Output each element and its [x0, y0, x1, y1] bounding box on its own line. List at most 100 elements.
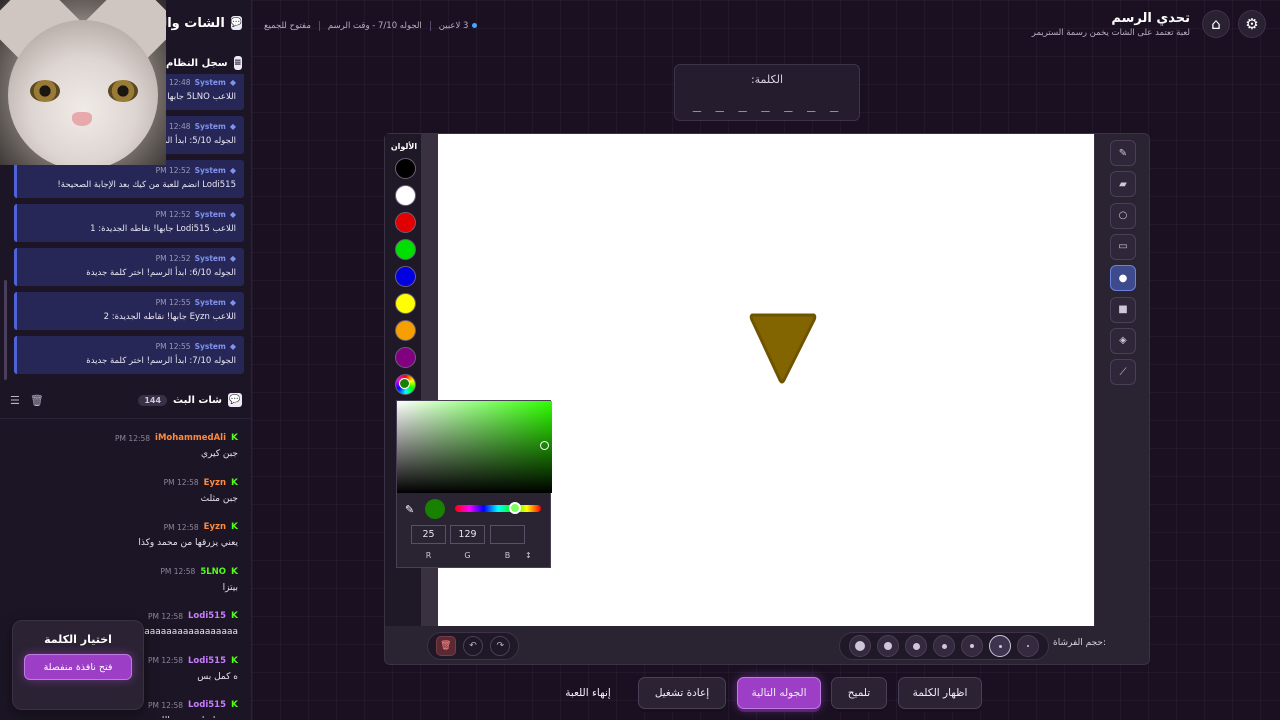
open-status: مفتوح للجميع	[264, 21, 311, 31]
system-sender: System	[194, 77, 226, 87]
hue-slider-handle[interactable]	[509, 502, 521, 514]
system-sender: System	[194, 121, 226, 131]
system-sender: System	[194, 341, 226, 351]
color-picker-popup: ✎ R G B ↕	[396, 400, 552, 568]
green-input[interactable]	[450, 525, 485, 544]
history-controls: 🗑 ↶ ↷	[427, 632, 519, 660]
system-log-header: سجل النظام ≡	[166, 52, 252, 74]
system-sender: System	[194, 297, 226, 307]
red-input[interactable]	[411, 525, 446, 544]
saturation-handle[interactable]	[540, 441, 549, 450]
pencil-icon: ✎	[1118, 147, 1128, 159]
color-swatch[interactable]	[395, 320, 416, 341]
align-icon[interactable]: ☰	[10, 394, 20, 407]
system-log-scrollbar[interactable]	[4, 280, 7, 380]
clear-canvas-button[interactable]: 🗑	[435, 636, 456, 656]
color-swatch[interactable]	[395, 266, 416, 287]
game-status-bar: 3 لاعبين الجوله 7/10 - وقت الرسم مفتوح ل…	[264, 19, 478, 33]
undo-button[interactable]: ↶	[462, 636, 483, 656]
color-swatch[interactable]	[395, 158, 416, 179]
kick-icon: K	[231, 433, 238, 443]
brush-size-option[interactable]	[933, 635, 955, 657]
shield-icon: ◆	[229, 253, 236, 263]
system-message-text: Lodi515 انضم للعبة من كيك بعد الإجابة ال…	[57, 180, 236, 190]
kick-icon: K	[231, 477, 238, 488]
chat-text: يعني يزرقها من محمد وكذا	[138, 538, 238, 548]
trash-icon[interactable]: 🗑	[30, 394, 44, 407]
word-hint: _ _ _ _ _ _ _	[692, 96, 842, 112]
color-swatch[interactable]	[395, 239, 416, 260]
brush-dot-icon	[970, 644, 974, 648]
restart-button[interactable]: إعادة تشغيل	[638, 677, 726, 709]
redo-button[interactable]: ↷	[490, 636, 511, 656]
word-selection-title: اختيار الكلمة	[44, 633, 112, 646]
system-message-text: اللاعب Lodi515 جابها! نقاطه الجديدة: 1	[90, 224, 236, 234]
brush-size-option[interactable]	[849, 635, 871, 657]
sidebar-header: الشات والس 💬	[166, 0, 252, 46]
word-display: الكلمة: _ _ _ _ _ _ _	[674, 64, 860, 121]
system-message-text: اللاعب Eyzn جابها! نقاطه الجديدة: 2	[103, 312, 236, 322]
eraser-icon: ▰	[1119, 178, 1127, 190]
redo-icon: ↷	[496, 641, 505, 651]
filled-circle-tool-button[interactable]: ●	[1110, 265, 1136, 292]
custom-color-swatch[interactable]	[395, 374, 416, 395]
chat-username[interactable]: Lodi515	[188, 700, 226, 710]
hue-slider[interactable]	[455, 505, 541, 512]
chat-username[interactable]: Eyzn	[204, 478, 226, 488]
format-toggle-icon[interactable]: ↕	[525, 551, 532, 560]
eyedropper-icon[interactable]: ✎	[405, 503, 414, 516]
red-label: R	[425, 551, 432, 560]
kick-icon: K	[231, 522, 238, 532]
color-swatch[interactable]	[395, 185, 416, 206]
hint-button[interactable]: تلميح	[831, 677, 887, 709]
saturation-value-area[interactable]	[397, 401, 552, 493]
message-time: 12:58 PM	[148, 656, 184, 665]
next-round-button[interactable]: الجوله التالية	[737, 677, 821, 709]
page-title: تحدي الرسم	[1111, 10, 1190, 26]
chat-username[interactable]: Eyzn	[204, 522, 226, 532]
chat-username[interactable]: 5LNO	[200, 567, 226, 577]
system-message: ◆ System 12:55 PM اللاعب Eyzn جابها! نقاطه …	[14, 292, 244, 330]
brush-size-option[interactable]	[989, 635, 1011, 657]
brush-size-option[interactable]	[961, 635, 983, 657]
system-sender: System	[194, 209, 226, 219]
brush-size-option[interactable]	[905, 635, 927, 657]
chat-message: KiMohammedAli 12:58 PM جبن كيري	[0, 428, 252, 473]
chat-username[interactable]: Lodi515	[188, 611, 226, 621]
home-button[interactable]: ⌂	[1202, 10, 1230, 38]
chat-text: بيتزا	[222, 582, 238, 593]
line-tool-button[interactable]: ⟋	[1110, 359, 1136, 386]
brush-size-option[interactable]	[877, 635, 899, 657]
settings-button[interactable]: ⚙	[1238, 10, 1266, 38]
chat-count-badge: 144	[138, 394, 168, 406]
eraser-tool-button[interactable]: ▰	[1110, 171, 1136, 198]
chat-username[interactable]: iMohammedAli	[155, 433, 226, 443]
reveal-word-button[interactable]: اظهار الكلمة	[898, 677, 982, 709]
color-swatch[interactable]	[395, 347, 416, 368]
filled-rectangle-tool-button[interactable]: ■	[1110, 296, 1136, 323]
circle-icon: ○	[1118, 210, 1128, 222]
message-time: 12:55 PM	[155, 341, 191, 351]
color-swatch[interactable]	[395, 212, 416, 233]
message-time: 12:58 PM	[115, 433, 151, 443]
color-swatch[interactable]	[395, 293, 416, 314]
pencil-tool-button[interactable]: ✎	[1110, 140, 1136, 166]
chat-message: K Eyzn 12:58 PM يعني يزرقها من محمد وكذا	[0, 517, 252, 562]
chat-bubble-icon: 💬	[228, 393, 242, 407]
chat-username[interactable]: Lodi515	[188, 656, 226, 666]
undo-icon: ↶	[469, 641, 477, 651]
circle-tool-button[interactable]: ○	[1110, 202, 1136, 229]
open-separate-window-button[interactable]: فتح نافذة منفصلة	[24, 654, 132, 680]
brush-size-selector	[839, 632, 1049, 660]
players-count: 3 لاعبين	[439, 21, 478, 31]
brush-size-label: حجم الفرشاة:	[1053, 638, 1107, 648]
end-game-button[interactable]: إنهاء اللعبة	[546, 677, 630, 709]
brush-size-option[interactable]	[1017, 635, 1039, 657]
chat-message: K 5LNO 12:58 PM بيتزا	[0, 562, 252, 607]
title-block: تحدي الرسم لعبة تعتمد على الشات يخمن رسم…	[1032, 11, 1190, 38]
fill-bucket-tool-button[interactable]: ◈	[1110, 327, 1136, 354]
blue-input[interactable]	[490, 525, 525, 544]
header-right: تحدي الرسم لعبة تعتمد على الشات يخمن رسم…	[1032, 10, 1266, 38]
rectangle-tool-button[interactable]: ▭	[1110, 233, 1136, 260]
gear-icon: ⚙	[1245, 15, 1259, 33]
